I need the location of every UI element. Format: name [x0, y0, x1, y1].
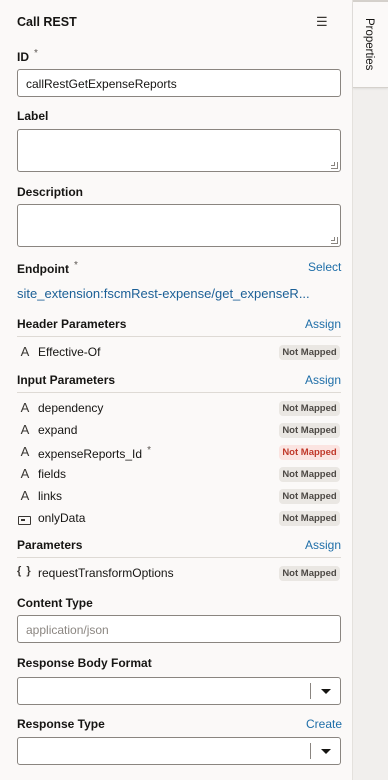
header-parameters-assign-link[interactable]: Assign [305, 317, 341, 331]
response-type-create-link[interactable]: Create [306, 717, 342, 731]
param-name: requestTransformOptions [38, 566, 174, 580]
id-input[interactable]: callRestGetExpenseReports [17, 69, 341, 97]
properties-panel: Call REST ☰ ID * callRestGetExpenseReport… [0, 0, 353, 780]
select-separator [310, 743, 311, 759]
resize-grip-icon[interactable] [331, 237, 338, 244]
status-badge: Not Mapped [279, 467, 340, 482]
chevron-down-icon[interactable] [321, 689, 331, 694]
description-textarea[interactable] [17, 204, 341, 247]
side-tab-label: Properties [363, 18, 375, 71]
status-badge: Not Mapped [279, 423, 340, 438]
required-marker: * [147, 445, 151, 456]
text-type-icon: A [20, 344, 30, 359]
content-type-input[interactable]: application/json [17, 615, 341, 643]
input-param-row[interactable]: A links [17, 488, 267, 503]
boolean-type-icon [18, 512, 31, 530]
endpoint-value-link[interactable]: site_extension:fscmRest-expense/get_expe… [17, 286, 310, 301]
required-marker: * [73, 260, 78, 271]
response-body-format-select[interactable] [17, 677, 341, 705]
status-badge: Not Mapped [279, 511, 340, 526]
input-param-row[interactable]: A fields [17, 466, 267, 481]
response-body-format-label: Response Body Format [17, 656, 152, 670]
input-param-row[interactable]: onlyData [17, 510, 267, 525]
id-label: ID * [17, 48, 38, 64]
endpoint-select-link[interactable]: Select [308, 260, 341, 274]
param-name: Effective-Of [38, 345, 101, 359]
input-param-row[interactable]: A expenseReports_Id * [17, 444, 267, 461]
required-marker: * [34, 48, 38, 59]
response-type-select[interactable] [17, 737, 341, 765]
response-type-label: Response Type [17, 717, 105, 731]
chevron-down-icon[interactable] [321, 749, 331, 754]
resize-grip-icon[interactable] [331, 162, 338, 169]
text-type-icon: A [20, 422, 30, 437]
param-name: dependency [38, 401, 104, 415]
input-parameters-label: Input Parameters [17, 373, 116, 387]
properties-side-tab[interactable]: Properties [353, 2, 388, 88]
param-name: expenseReports_Id * [38, 445, 151, 461]
input-parameters-assign-link[interactable]: Assign [305, 373, 341, 387]
text-type-icon: A [20, 466, 30, 481]
status-badge: Not Mapped [279, 445, 340, 460]
divider [17, 392, 341, 393]
input-param-row[interactable]: A expand [17, 422, 267, 437]
param-name: fields [38, 467, 67, 481]
object-type-icon: { } [17, 565, 32, 577]
label-textarea[interactable] [17, 129, 341, 172]
hamburger-icon[interactable]: ☰ [316, 14, 328, 30]
content-type-label: Content Type [17, 596, 93, 610]
status-badge: Not Mapped [279, 566, 340, 581]
status-badge: Not Mapped [279, 489, 340, 504]
select-separator [310, 683, 311, 699]
text-type-icon: A [20, 488, 30, 503]
param-name: links [38, 489, 63, 503]
parameters-label: Parameters [17, 538, 83, 552]
endpoint-label: Endpoint * [17, 260, 78, 276]
parameters-assign-link[interactable]: Assign [305, 538, 341, 552]
header-parameters-label: Header Parameters [17, 317, 127, 331]
text-type-icon: A [20, 444, 30, 459]
divider [17, 557, 341, 558]
panel-title: Call REST [17, 15, 77, 29]
input-param-row[interactable]: A dependency [17, 400, 267, 415]
divider [17, 336, 341, 337]
label-label: Label [17, 109, 49, 123]
text-type-icon: A [20, 400, 30, 415]
status-badge: Not Mapped [279, 401, 340, 416]
param-row[interactable]: { } requestTransformOptions [17, 565, 267, 580]
description-label: Description [17, 185, 84, 199]
param-name: expand [38, 423, 78, 437]
status-badge: Not Mapped [279, 345, 340, 360]
param-name: onlyData [38, 511, 86, 525]
